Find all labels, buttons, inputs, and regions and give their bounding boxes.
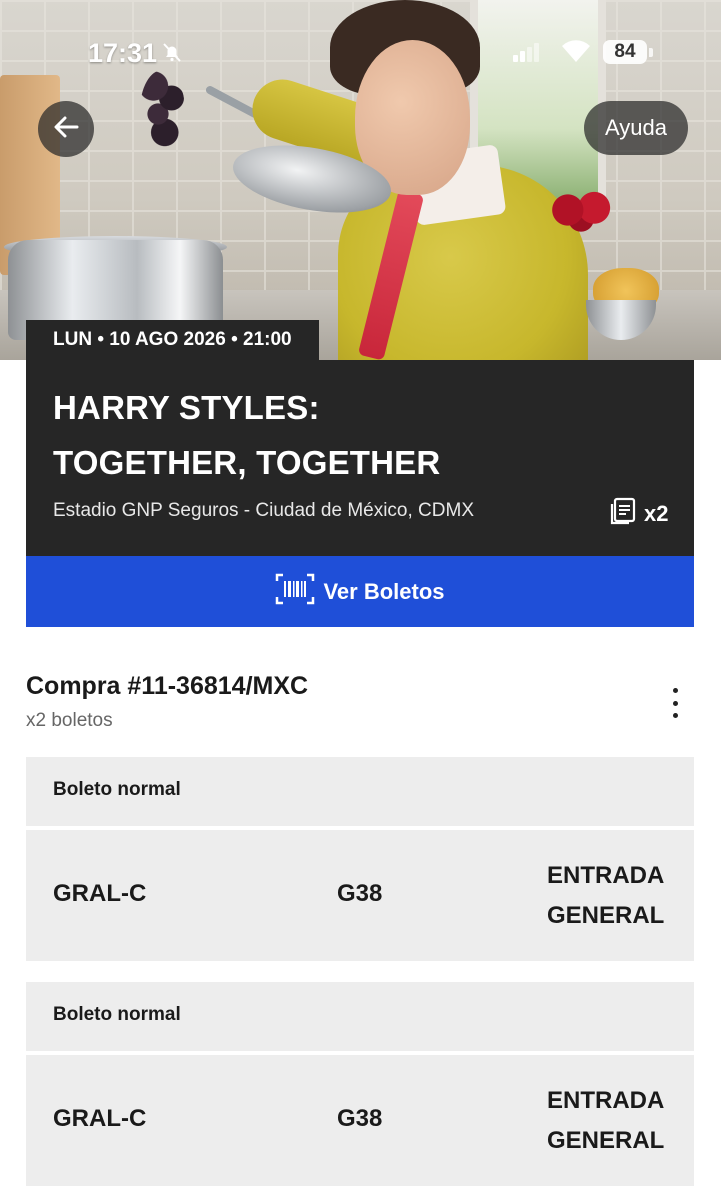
battery-level: 84 (614, 41, 636, 62)
event-title: HARRY STYLES: TOGETHER, TOGETHER (53, 380, 440, 490)
view-tickets-button[interactable]: Ver Boletos (26, 556, 694, 627)
more-options-button[interactable] (662, 686, 688, 720)
ticket-section: GRAL-C (53, 880, 147, 907)
more-vertical-icon (672, 688, 678, 693)
ticket-seat: G38 (337, 1105, 383, 1132)
battery-icon: 84 (603, 40, 647, 64)
barcode-icon (275, 573, 315, 611)
ticket-type: Boleto normal (53, 1004, 181, 1025)
ticket-access: ENTRADA GENERAL (547, 1087, 665, 1154)
ticket-count-value: x2 (644, 501, 669, 526)
event-venue: Estadio GNP Seguros - Ciudad de México, … (53, 500, 474, 521)
ticket-row[interactable]: GRAL-C G38 ENTRADA GENERAL (26, 1055, 694, 1186)
ticket-row[interactable]: GRAL-C G38 ENTRADA GENERAL (26, 830, 694, 961)
event-title-line1: HARRY STYLES: (53, 389, 320, 426)
purchase-subtitle: x2 boletos (26, 710, 113, 731)
cellular-signal-icon (512, 42, 540, 67)
back-arrow-icon (52, 113, 80, 146)
back-button[interactable] (38, 101, 94, 157)
event-card: HARRY STYLES: TOGETHER, TOGETHER Estadio… (26, 360, 694, 556)
ticket-type: Boleto normal (53, 779, 181, 800)
ticket-stack-icon (608, 496, 638, 532)
ticket-count: x2 (608, 496, 668, 532)
view-tickets-label: Ver Boletos (323, 578, 445, 604)
ticket-seat: G38 (337, 880, 383, 907)
ticket-type-header: Boleto normal (26, 757, 694, 826)
ticket-section: GRAL-C (53, 1105, 147, 1132)
ticket-access: ENTRADA GENERAL (547, 862, 665, 929)
ticket-type-header: Boleto normal (26, 982, 694, 1051)
purchase-title: Compra #11-36814/MXC (26, 672, 309, 700)
bell-muted-icon (160, 40, 184, 69)
wifi-icon (560, 38, 592, 69)
help-button[interactable]: Ayuda (584, 101, 688, 155)
event-title-line2: TOGETHER, TOGETHER (53, 444, 441, 481)
status-time: 17:31 (88, 38, 158, 68)
event-date: LUN • 10 AGO 2026 • 21:00 (26, 320, 319, 360)
